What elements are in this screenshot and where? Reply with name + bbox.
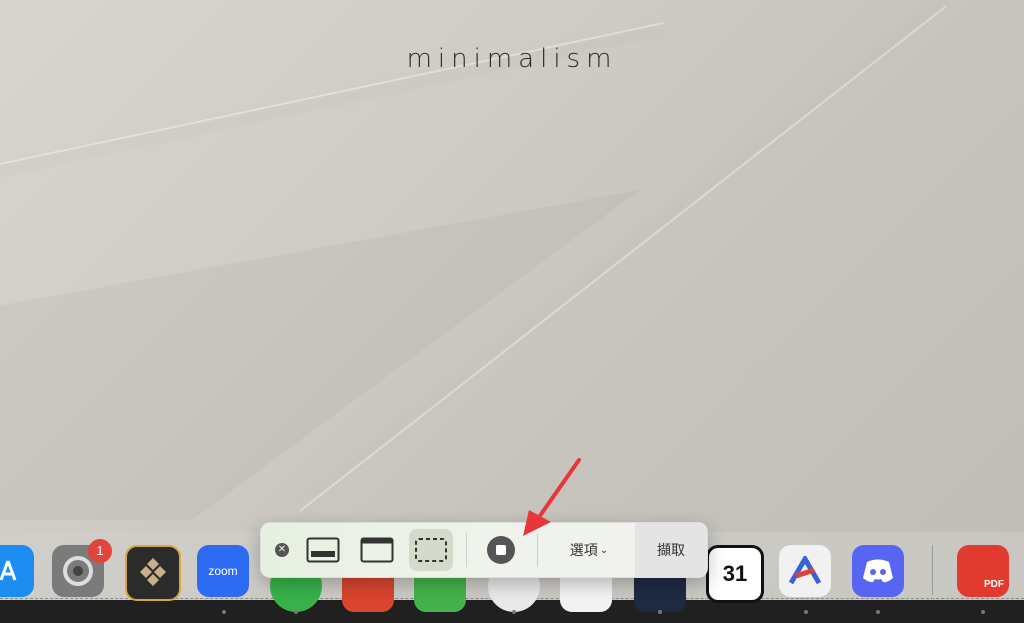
running-indicator [981, 610, 985, 614]
running-indicator [222, 610, 226, 614]
running-indicator [294, 610, 298, 614]
calendar-icon[interactable]: 31 [706, 545, 764, 603]
toolbar-separator [466, 533, 467, 567]
zoom-icon[interactable]: zoom [197, 545, 249, 597]
app-store-icon[interactable] [0, 545, 34, 597]
capture-button[interactable]: 擷取 [635, 523, 707, 577]
capture-label: 擷取 [657, 542, 685, 558]
entire-screen-icon [306, 537, 340, 563]
running-indicator [876, 610, 880, 614]
stop-record-icon [487, 536, 515, 564]
capture-selection-button[interactable] [409, 523, 453, 577]
affinity-app-icon[interactable] [779, 545, 831, 597]
toolbar-separator [537, 533, 538, 567]
chevron-down-icon: ⌄ [599, 544, 609, 556]
pdf-label: PDF [984, 578, 1004, 590]
running-indicator [804, 610, 808, 614]
wallpaper-title: minimalism [406, 44, 618, 74]
options-label: 選項 [569, 542, 598, 558]
capture-window-button[interactable] [355, 523, 399, 577]
window-icon [360, 537, 394, 563]
calendar-day: 31 [722, 561, 748, 586]
record-button[interactable] [479, 523, 523, 577]
notification-badge: 1 [88, 539, 112, 563]
close-icon[interactable]: ✕ [275, 543, 289, 557]
selection-icon [415, 538, 447, 562]
setapp-icon[interactable] [125, 545, 181, 601]
discord-icon[interactable] [852, 545, 904, 597]
running-indicator [512, 610, 516, 614]
running-indicator [658, 610, 662, 614]
annotation-arrow-icon [523, 458, 581, 536]
pdf-app-icon[interactable]: PDF [957, 545, 1009, 597]
dock-separator [932, 545, 933, 595]
screenshot-toolbar: ✕ 選項 ⌄ 擷取 [260, 522, 708, 578]
zoom-label: zoom [208, 564, 238, 578]
capture-entire-screen-button[interactable] [301, 523, 345, 577]
